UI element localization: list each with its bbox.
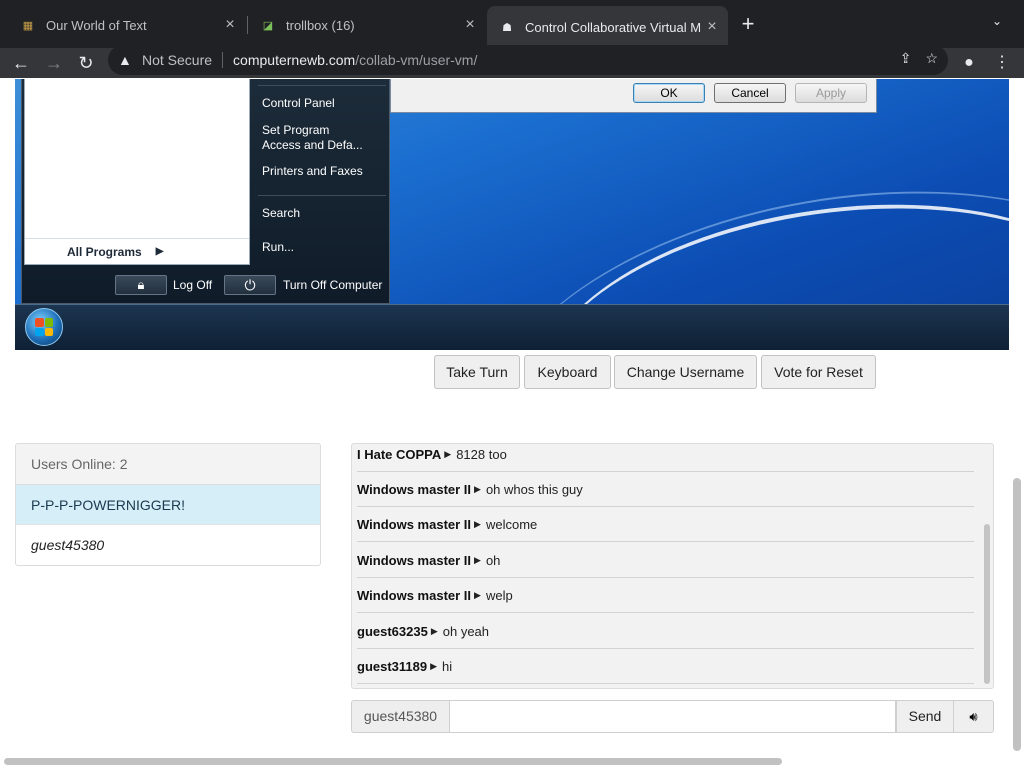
profile-avatar-icon[interactable]: ● [957, 51, 981, 75]
reload-icon[interactable]: ↻ [74, 51, 98, 75]
chat-message-text: oh whos this guy [485, 481, 583, 497]
close-tab-icon[interactable]: × [460, 16, 480, 34]
chat-message-text: 8128 too [456, 446, 507, 462]
share-icon[interactable]: ⇪ [900, 50, 912, 67]
warning-triangle-icon: ▲ [118, 52, 132, 68]
chat-message-user: Windows master II [357, 552, 472, 568]
bookmark-star-icon[interactable]: ☆ [925, 50, 938, 67]
dialog-ok-button[interactable]: OK [633, 83, 705, 103]
all-programs-item[interactable]: All Programs ▶ [25, 238, 249, 264]
forward-arrow-icon[interactable]: → [42, 51, 66, 75]
page-horizontal-scrollbar[interactable] [4, 758, 782, 765]
chat-message-user: guest63235 [357, 623, 428, 639]
new-tab-icon[interactable]: + [736, 12, 760, 36]
chat-message-user: Windows master II [357, 481, 472, 497]
keyboard-button[interactable]: Keyboard [524, 355, 611, 389]
caret-right-icon: ▶ [444, 448, 452, 459]
change-username-button[interactable]: Change Username [614, 355, 757, 389]
user-list-item[interactable]: P-P-P-POWERNIGGER! [16, 485, 320, 525]
address-bar[interactable]: ▲ Not Secure computernewb.com/collab-vm/… [108, 45, 948, 75]
start-menu-search[interactable]: Search [262, 206, 300, 221]
take-turn-button[interactable]: Take Turn [434, 355, 520, 389]
chat-message-user: I Hate COPPA [357, 446, 442, 462]
chat-message: Windows master II ▶ oh whos this guy [357, 472, 974, 507]
chat-message: Windows master II ▶ oh [357, 543, 974, 578]
tab-trollbox[interactable]: ◪ trollbox (16) × [248, 8, 486, 42]
tab-favicon-icon: ▦ [22, 19, 34, 32]
security-label[interactable]: Not Secure [142, 52, 212, 68]
vm-start-menu: All Programs ▶ Control Panel Set Program… [21, 79, 390, 304]
dialog-cancel-button[interactable]: Cancel [714, 83, 786, 103]
user-list-item-self[interactable]: guest45380 [16, 525, 320, 565]
chat-message-text: oh yeah [442, 623, 490, 639]
chat-message: Windows master II ▶ welcome [357, 507, 974, 542]
caret-right-icon: ▶ [430, 660, 438, 671]
browser-tab-bar: ▦ Our World of Text × ◪ trollbox (16) × … [0, 0, 1024, 48]
back-arrow-icon[interactable]: ← [9, 51, 33, 75]
chat-log[interactable]: I Hate COPPA ▶ 8128 too Windows master II ▶… [351, 443, 994, 689]
chat-username-label: guest45380 [351, 700, 450, 733]
start-orb-icon[interactable] [25, 308, 63, 346]
caret-right-icon: ▶ [474, 483, 481, 494]
tab-favicon-icon: ◪ [262, 19, 274, 32]
close-tab-icon[interactable]: × [220, 16, 240, 34]
chat-message-text: hi [442, 658, 453, 674]
windows-logo-icon [35, 318, 53, 336]
chat-message-text: welp [485, 587, 513, 603]
tab-our-world-of-text[interactable]: ▦ Our World of Text × [8, 8, 246, 42]
start-menu-run[interactable]: Run... [262, 240, 294, 255]
tab-title: Our World of Text [46, 17, 147, 33]
start-menu-control-panel[interactable]: Control Panel [262, 96, 335, 111]
menu-separator [258, 85, 386, 86]
chat-message-input[interactable] [450, 700, 896, 733]
send-button[interactable]: Send [896, 700, 954, 733]
start-menu-printers-and-faxes[interactable]: Printers and Faxes [262, 164, 363, 179]
chat-message: I Hate COPPA ▶ 8128 too [357, 444, 974, 472]
chat-message: Windows master II ▶ welp [357, 578, 974, 613]
url-path: /collab-vm/user-vm/ [355, 52, 478, 68]
chat-message-text: welcome [485, 516, 538, 532]
browser-toolbar: ← → ↻ ▲ Not Secure computernewb.com/coll… [0, 45, 1024, 78]
chat-message: guest63235 ▶ oh yeah [357, 614, 974, 649]
turn-off-label[interactable]: Turn Off Computer [283, 278, 382, 292]
lock-icon[interactable]: 🔒︎ [115, 275, 167, 295]
chat-message-text: oh [485, 552, 501, 568]
vote-for-reset-button[interactable]: Vote for Reset [761, 355, 876, 389]
users-online-header: Users Online: 2 [16, 444, 320, 485]
page-vertical-scrollbar[interactable] [1013, 478, 1021, 751]
address-separator [222, 52, 224, 68]
tab-title: Control Collaborative Virtual M [525, 19, 702, 35]
vm-screen[interactable]: OK Cancel Apply All Programs ▶ Control P… [15, 79, 1009, 350]
url-host: computernewb.com [233, 52, 356, 68]
menu-separator [258, 195, 386, 196]
chat-message-user: Windows master II [357, 516, 472, 532]
vm-dialog-window: OK Cancel Apply [390, 79, 877, 113]
vm-taskbar [15, 304, 1009, 350]
chat-message-user: Windows master II [357, 587, 472, 603]
start-menu-programs-pane: All Programs ▶ [24, 79, 250, 265]
caret-right-icon: ▶ [474, 589, 481, 600]
chat-input-bar: guest45380 Send 🔊︎ [351, 700, 994, 733]
arrow-right-icon: ▶ [155, 246, 164, 257]
users-online-panel: Users Online: 2 P-P-P-POWERNIGGER! guest… [15, 443, 321, 566]
close-tab-icon[interactable]: × [702, 18, 722, 36]
caret-right-icon: ▶ [430, 625, 438, 636]
tab-collabvm[interactable]: ☗ Control Collaborative Virtual M × [487, 6, 728, 48]
chat-scrollbar[interactable] [984, 524, 990, 684]
log-off-label[interactable]: Log Off [173, 278, 212, 292]
speaker-icon[interactable]: 🔊︎ [954, 700, 994, 733]
start-menu-set-program-access[interactable]: Set Program Access and Defa... [262, 123, 363, 153]
caret-right-icon: ▶ [474, 518, 481, 529]
chat-message-user: guest31189 [357, 658, 428, 674]
chat-message: guest31189 ▶ hi [357, 649, 974, 684]
browser-menu-icon[interactable]: ⋮ [990, 51, 1014, 75]
tab-search-chevron-icon[interactable]: ⌄ [992, 14, 1002, 28]
power-icon[interactable]: ⏻ [224, 275, 276, 295]
dialog-apply-button[interactable]: Apply [795, 83, 867, 103]
caret-right-icon: ▶ [474, 554, 481, 565]
tab-favicon-icon: ☗ [502, 21, 512, 34]
all-programs-label: All Programs [67, 244, 142, 259]
tab-title: trollbox (16) [286, 17, 355, 33]
